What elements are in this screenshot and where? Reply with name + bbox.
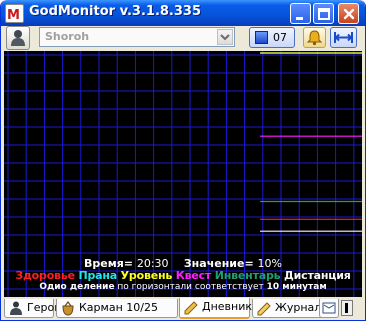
user-icon (11, 30, 25, 46)
legend-prana: Прана (78, 269, 118, 282)
legend-health: Здоровье (15, 269, 75, 282)
tab-bar: Герой Карман 10/25 Дневник Журнал (1, 298, 365, 320)
tab-pocket[interactable]: Карман 10/25 (56, 299, 178, 318)
fit-width-button[interactable] (330, 27, 357, 48)
count-value: 07 (273, 31, 287, 44)
legend-level: Уровень (120, 269, 173, 282)
title-bar[interactable]: M GodMonitor v.3.1.8.335 (1, 0, 365, 26)
window-title: GodMonitor v.3.1.8.335 (29, 4, 202, 19)
tab-extra[interactable] (319, 299, 339, 318)
tab-diary[interactable]: Дневник (179, 298, 253, 319)
chevron-down-icon[interactable] (217, 29, 233, 45)
scale-note-prefix: Одио деление (39, 282, 115, 292)
pocket-icon (62, 301, 74, 316)
chart-legend: Здоровье Прана Уровень Квест Инвентарь Д… (4, 269, 362, 282)
minimize-button[interactable] (290, 3, 311, 24)
legend-inventory: Инвентарь (214, 269, 281, 282)
journal-icon (257, 302, 271, 316)
chart-scale-note: Одио деление по горизонтали соответствуе… (4, 282, 362, 292)
tab-hero[interactable]: Герой (4, 299, 61, 318)
legend-distance: Дистанция (284, 269, 351, 282)
maximize-button[interactable] (313, 3, 334, 24)
legend-quest: Квест (175, 269, 212, 282)
svg-text:M: M (7, 8, 20, 22)
tab-journal-label: Журнал (275, 301, 322, 314)
bell-icon (306, 30, 323, 46)
scale-note-text: по горизонтали соответствует (114, 282, 267, 292)
count-button[interactable]: 07 (249, 27, 295, 48)
app-window: M GodMonitor v.3.1.8.335 Shoroh 07 Время… (0, 0, 366, 321)
hero-icon (10, 301, 22, 315)
tab-pocket-label: Карман 10/25 (79, 301, 158, 314)
hero-select-value: Shoroh (45, 30, 90, 43)
diary-icon (184, 301, 198, 315)
chart-area[interactable]: Время= 20:30 Значение= 10% Здоровье Пран… (4, 51, 362, 297)
hero-select[interactable]: Shoroh (39, 27, 235, 47)
toolbar: Shoroh 07 (1, 26, 365, 50)
godmonitor-logo-icon: M (5, 4, 24, 23)
fit-width-icon (334, 32, 353, 43)
scale-note-value: 10 минутам (266, 282, 327, 292)
scroll-right-icon (345, 303, 348, 313)
tab-scroll-button[interactable] (341, 300, 353, 316)
notification-button[interactable] (303, 27, 326, 48)
close-button[interactable] (338, 3, 359, 24)
hero-profile-button[interactable] (6, 26, 30, 50)
tab-extra-icon (322, 302, 336, 314)
tab-diary-label: Дневник (202, 300, 253, 313)
square-icon (255, 31, 268, 44)
